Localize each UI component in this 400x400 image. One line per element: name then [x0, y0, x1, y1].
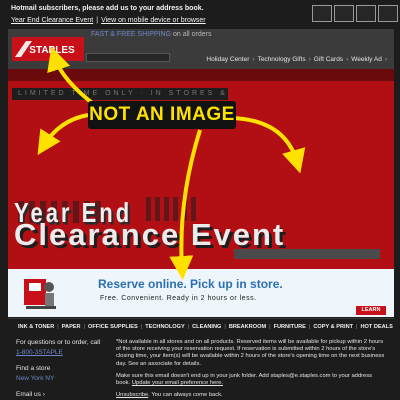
- hero-banner[interactable]: LIMITED TIME ONLY · IN STORES & ONLINE Y…: [8, 69, 394, 269]
- window-box-4[interactable]: [378, 5, 398, 22]
- shipping-rest: on all orders: [172, 31, 212, 38]
- logo-text: STAPLES: [29, 45, 75, 56]
- window-box-3[interactable]: [356, 5, 376, 22]
- shipping-highlight: FAST & FREE SHIPPING: [91, 31, 172, 38]
- email-preference-link[interactable]: Update your email preference here.: [132, 380, 223, 386]
- shipping-banner[interactable]: FAST & FREE SHIPPING on all orders: [91, 31, 212, 38]
- staples-logo[interactable]: STAPLES: [12, 37, 84, 61]
- category-nav: INK & TONER | PAPER | OFFICE SUPPLIES | TEC…: [8, 318, 394, 334]
- pickup-learn-more-button[interactable]: LEARN MORE: [356, 306, 386, 317]
- not-an-image-label: NOT AN IMAGE: [88, 101, 236, 129]
- pickup-banner[interactable]: Reserve online. Pick up in store. Free. …: [8, 269, 394, 317]
- footer: For questions or to order, call 1-800-3S…: [0, 334, 400, 400]
- address-book-notice: Hotmail subscribers, please add us to yo…: [11, 5, 204, 12]
- hero-pretext: LIMITED TIME ONLY · IN STORES & ONLINE: [12, 88, 228, 100]
- pickup-person-head: [44, 282, 54, 292]
- window-controls: [312, 5, 398, 22]
- questions-text: For questions or to order, call: [16, 339, 101, 346]
- email-page: Hotmail subscribers, please add us to yo…: [0, 0, 400, 400]
- category-technology[interactable]: TECHNOLOGY: [145, 324, 184, 330]
- preheader-links: Year End Clearance Event | View on mobile …: [11, 17, 206, 24]
- header-nav: Holiday Center › Technology Gifts › Gift C…: [206, 56, 387, 63]
- window-box-1[interactable]: [312, 5, 332, 22]
- nav-weekly-ad[interactable]: Weekly Ad: [351, 56, 382, 63]
- address-book-paragraph: Make sure this email doesn't end up in y…: [116, 373, 386, 387]
- unsubscribe-link[interactable]: Unsubscribe: [116, 392, 148, 398]
- category-furniture[interactable]: FURNITURE: [274, 324, 306, 330]
- email-us-label: Email us: [16, 391, 41, 398]
- preheader-separator: |: [96, 17, 99, 24]
- nav-gift-cards[interactable]: Gift Cards: [314, 56, 343, 63]
- category-ink-toner[interactable]: INK & TONER: [18, 324, 54, 330]
- footer-contact: For questions or to order, call 1-800-3S…: [16, 339, 102, 400]
- hero-top-strip: [8, 69, 394, 81]
- window-box-2[interactable]: [334, 5, 354, 22]
- store-city-link[interactable]: New York NY: [16, 375, 102, 383]
- category-cleaning[interactable]: CLEANING: [192, 324, 221, 330]
- hero-bottom-bar: [234, 249, 380, 259]
- category-office-supplies[interactable]: OFFICE SUPPLIES: [88, 324, 138, 330]
- category-copy-print[interactable]: COPY & PRINT: [313, 324, 353, 330]
- chevron-right-icon: ›: [42, 391, 45, 398]
- unsubscribe-rest: . You can always come back.: [148, 392, 223, 399]
- footer-legal: *Not available in all stores and on all …: [116, 339, 386, 400]
- preheader: Hotmail subscribers, please add us to yo…: [0, 0, 400, 30]
- pickup-box-label: [29, 283, 41, 291]
- unsubscribe-paragraph: Unsubscribe. You can always come back.: [116, 392, 386, 399]
- pickup-person-body: [45, 293, 54, 307]
- header-search-bar: [86, 53, 170, 62]
- pickup-title: Reserve online. Pick up in store.: [98, 277, 283, 291]
- category-hot-deals[interactable]: HOT DEALS: [360, 324, 392, 330]
- store-pickup-icon: [24, 279, 56, 309]
- category-breakroom[interactable]: BREAKROOM: [229, 324, 266, 330]
- pickup-ground: [26, 306, 56, 309]
- header-band: STAPLES FAST & FREE SHIPPING on all orde…: [8, 29, 394, 69]
- view-in-browser-link[interactable]: View on mobile device or browser: [101, 17, 206, 24]
- phone-link[interactable]: 1-800-3STAPLE: [16, 349, 102, 357]
- clearance-event-link[interactable]: Year End Clearance Event: [11, 17, 93, 24]
- pickup-subtitle: Free. Convenient. Ready in 2 hours or le…: [100, 295, 257, 302]
- pickup-box: [24, 279, 46, 305]
- find-store-label: Find a store: [16, 365, 51, 372]
- pickup-disclaimer: *Not available in all stores and on all …: [116, 339, 385, 367]
- nav-technology-gifts[interactable]: Technology Gifts: [258, 56, 306, 63]
- category-paper[interactable]: PAPER: [62, 324, 81, 330]
- email-us-row[interactable]: Email us ›: [16, 391, 102, 399]
- nav-holiday-center[interactable]: Holiday Center: [206, 56, 249, 63]
